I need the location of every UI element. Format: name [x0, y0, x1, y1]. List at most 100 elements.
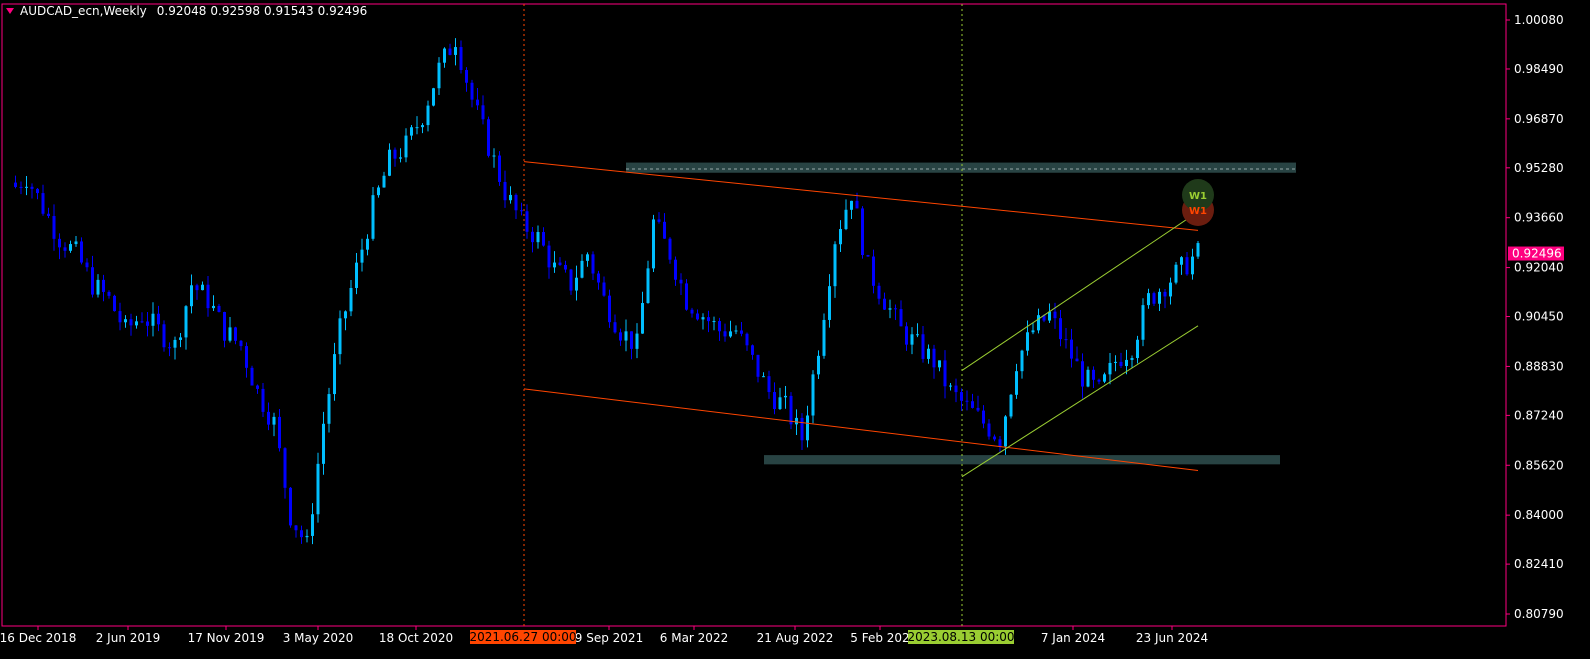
candle-body	[377, 187, 380, 196]
candle-body	[960, 392, 963, 401]
candle-body	[894, 308, 897, 310]
candle-body	[707, 317, 710, 322]
candle-body	[14, 182, 17, 187]
y-tick-label: 0.88830	[1514, 359, 1564, 373]
candle-body	[272, 416, 276, 425]
candle-body	[899, 309, 903, 327]
candle-body	[74, 241, 78, 245]
candle-body	[470, 82, 474, 100]
chart-area[interactable]: W1 W1 1.00080 0.98490 0.96870 0.95280 0.93660 0…	[0, 0, 1590, 659]
candle-body	[404, 135, 408, 158]
candle-body	[327, 394, 331, 424]
vline-right-label: 2023.08.13 00:00	[907, 630, 1014, 644]
candle-body	[267, 411, 270, 425]
candle-body	[316, 463, 320, 515]
candle-body	[421, 125, 424, 128]
y-tick-label: 0.85620	[1514, 458, 1564, 472]
candle-body	[1059, 318, 1062, 340]
candle-body	[437, 62, 441, 89]
candle-body	[531, 231, 534, 243]
candle-body	[778, 397, 782, 410]
candle-body	[1064, 339, 1068, 341]
candle-body	[173, 339, 177, 348]
candle-body	[63, 247, 67, 251]
chart-header: AUDCAD_ecn,Weekly 0.92048 0.92598 0.9154…	[6, 4, 367, 18]
candle-body	[140, 321, 144, 323]
candle-body	[668, 238, 672, 260]
candle-body	[564, 264, 567, 270]
candle-body	[228, 327, 232, 341]
candle-body	[1152, 293, 1156, 304]
candle-body	[102, 279, 105, 292]
candle-body	[393, 149, 397, 159]
candle-body	[591, 254, 595, 274]
candle-body	[1185, 257, 1189, 275]
candle-body	[547, 245, 551, 268]
candle-body	[701, 317, 705, 320]
x-tick-label: 17 Nov 2019	[188, 631, 265, 645]
y-tick-label: 0.84000	[1514, 508, 1564, 522]
candle-body	[25, 186, 28, 188]
y-tick-label: 0.92040	[1514, 261, 1564, 275]
candle-body	[932, 348, 936, 368]
y-tick-label: 0.82410	[1514, 557, 1564, 571]
candle-body	[124, 319, 127, 323]
candle-body	[641, 303, 644, 334]
candle-body	[1009, 394, 1013, 417]
candle-body	[1048, 311, 1051, 321]
candle-body	[883, 298, 886, 310]
x-tick-label: 16 Dec 2018	[0, 631, 76, 645]
candle-body	[261, 388, 265, 412]
candle-body	[553, 262, 556, 268]
x-tick-label: 2 Jun 2019	[96, 631, 161, 645]
candle-body	[844, 209, 848, 230]
candle-body	[465, 70, 468, 83]
candle-body	[146, 321, 149, 326]
candle-body	[817, 355, 820, 375]
collapse-triangle-icon[interactable]	[6, 8, 14, 14]
candle-body	[806, 415, 809, 441]
candle-body	[520, 210, 523, 212]
candle-body	[1020, 350, 1024, 372]
candle-body	[861, 208, 864, 256]
candle-body	[729, 331, 732, 337]
candle-body	[289, 487, 292, 526]
candle-body	[663, 221, 666, 239]
candle-body	[338, 318, 342, 355]
candle-body	[1092, 369, 1095, 380]
candle-body	[1191, 256, 1194, 275]
candle-body	[1180, 257, 1183, 265]
candle-body	[426, 105, 430, 126]
candle-body	[712, 321, 716, 323]
candle-body	[982, 410, 985, 424]
candle-body	[1196, 243, 1200, 257]
candle-body	[976, 407, 980, 411]
candle-body	[877, 285, 881, 299]
candle-body	[839, 229, 842, 245]
candle-body	[751, 345, 754, 355]
candle-body	[36, 188, 39, 194]
x-tick-label: 3 May 2020	[283, 631, 354, 645]
candle-body	[410, 127, 413, 136]
candle-body	[349, 287, 353, 312]
candle-body	[998, 439, 1002, 447]
candle-body	[910, 334, 914, 345]
candle-body	[1108, 362, 1112, 375]
candle-body	[762, 376, 765, 378]
y-tick-label: 0.87240	[1514, 408, 1564, 422]
candle-body	[179, 337, 182, 340]
candle-body	[107, 291, 111, 296]
candle-body	[118, 311, 122, 323]
candle-body	[162, 324, 166, 348]
candle-body	[492, 155, 496, 157]
candle-body	[696, 313, 699, 320]
x-tick-label: 6 Mar 2022	[660, 631, 728, 645]
candle-body	[481, 105, 485, 120]
candle-body	[630, 331, 633, 349]
candle-body	[168, 347, 171, 349]
close-value: 0.92496	[317, 4, 368, 18]
candle-body	[184, 306, 188, 338]
candle-body	[322, 423, 325, 464]
candle-body	[916, 334, 919, 336]
candle-body	[965, 400, 969, 402]
